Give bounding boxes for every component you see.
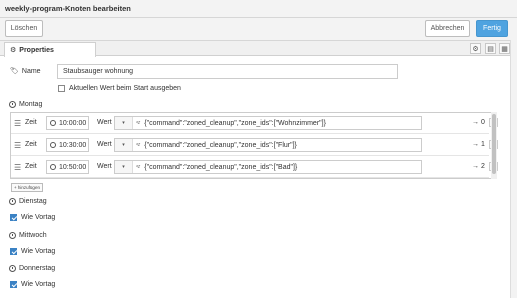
tuesday-heading: Dienstag	[9, 198, 47, 205]
time-input[interactable]: 10:30:00	[46, 138, 89, 152]
value-label: Wert	[97, 141, 112, 148]
schedule-row: ☰ Zeit 10:00:00 Wert ▾ ᵃz {"command":"zone…	[11, 113, 498, 134]
type-dropdown-icon[interactable]: ▾	[115, 161, 133, 173]
name-input[interactable]: Staubsauger wohnung	[57, 64, 398, 79]
tab-properties-label: Properties	[19, 46, 54, 54]
time-value: 10:30:00	[59, 141, 87, 149]
tab-bar: ⚙ Properties ⚙ ▤ ▦	[0, 41, 510, 57]
output-start-checkbox[interactable]	[58, 85, 65, 92]
wednesday-same-label: Wie Vortag	[21, 248, 56, 255]
title-bar: weekly-program-Knoten bearbeiten	[0, 0, 517, 18]
thursday-same-row: Wie Vortag	[10, 281, 55, 288]
window-title: weekly-program-Knoten bearbeiten	[5, 4, 131, 13]
clock-icon	[50, 142, 56, 148]
time-input[interactable]: 10:00:00	[46, 116, 89, 130]
monday-schedule-list: ☰ Zeit 10:00:00 Wert ▾ ᵃz {"command":"zone…	[10, 112, 498, 179]
time-label: Zeit	[25, 141, 37, 148]
drag-handle-icon[interactable]: ☰	[14, 119, 21, 128]
string-type-icon: ᵃz	[136, 164, 141, 170]
type-dropdown-icon[interactable]: ▾	[115, 139, 133, 151]
tab-properties[interactable]: ⚙ Properties	[4, 42, 96, 57]
output-label: → 2	[472, 163, 485, 170]
clock-icon	[9, 265, 16, 272]
clock-icon	[50, 120, 56, 126]
tuesday-same-checkbox[interactable]	[10, 214, 17, 221]
name-label: Name	[21, 67, 41, 75]
monday-label: Montag	[19, 101, 43, 108]
string-type-icon: ᵃz	[136, 142, 141, 148]
wednesday-heading: Mittwoch	[9, 232, 47, 239]
value-input[interactable]: ▾ ᵃz {"command":"zoned_cleanup","zone_ids"…	[114, 116, 422, 130]
wednesday-label: Mittwoch	[19, 232, 47, 239]
schedule-row: ☰ Zeit 10:30:00 Wert ▾ ᵃz {"command":"zone…	[11, 135, 498, 156]
appearance-icon[interactable]: ▦	[499, 43, 510, 54]
settings-icon[interactable]: ⚙	[470, 43, 481, 54]
thursday-heading: Donnerstag	[9, 265, 55, 272]
add-button[interactable]: + hinzufügen	[11, 183, 43, 192]
wednesday-same-checkbox[interactable]	[10, 248, 17, 255]
value-input[interactable]: ▾ ᵃz {"command":"zoned_cleanup","zone_ids"…	[114, 138, 422, 152]
clock-icon	[50, 164, 56, 170]
value-input[interactable]: ▾ ᵃz {"command":"zoned_cleanup","zone_ids"…	[114, 160, 422, 174]
clock-icon	[9, 198, 16, 205]
time-value: 10:00:00	[59, 119, 87, 127]
time-value: 10:50:00	[59, 163, 87, 171]
tuesday-same-label: Wie Vortag	[21, 214, 56, 221]
name-label-row: 🏷 Name	[10, 67, 41, 76]
value-text: {"command":"zoned_cleanup","zone_ids":["…	[144, 141, 297, 149]
output-label: → 0	[472, 119, 485, 126]
time-label: Zeit	[25, 163, 37, 170]
tuesday-same-row: Wie Vortag	[10, 214, 55, 221]
value-text: {"command":"zoned_cleanup","zone_ids":["…	[144, 119, 326, 127]
tag-icon: 🏷	[10, 68, 19, 75]
time-input[interactable]: 10:50:00	[46, 160, 89, 174]
value-label: Wert	[97, 119, 112, 126]
delete-button[interactable]: Löschen	[5, 20, 43, 37]
time-label: Zeit	[25, 119, 37, 126]
done-button[interactable]: Fertig	[476, 20, 508, 37]
monday-heading: Montag	[9, 101, 42, 108]
drag-handle-icon[interactable]: ☰	[14, 163, 21, 172]
panel-edge	[510, 40, 517, 298]
output-label: → 1	[472, 141, 485, 148]
description-icon[interactable]: ▤	[485, 43, 496, 54]
output-start-label: Aktuellen Wert beim Start ausgeben	[69, 85, 181, 92]
value-text: {"command":"zoned_cleanup","zone_ids":["…	[144, 163, 298, 171]
thursday-same-label: Wie Vortag	[21, 281, 56, 288]
type-dropdown-icon[interactable]: ▾	[115, 117, 133, 129]
tuesday-label: Dienstag	[19, 198, 47, 205]
output-start-row: Aktuellen Wert beim Start ausgeben	[58, 85, 181, 92]
schedule-row: ☰ Zeit 10:50:00 Wert ▾ ᵃz {"command":"zone…	[11, 157, 498, 178]
thursday-label: Donnerstag	[19, 265, 56, 272]
list-scrollbar[interactable]	[491, 112, 497, 179]
drag-handle-icon[interactable]: ☰	[14, 141, 21, 150]
value-label: Wert	[97, 163, 112, 170]
scrollbar-thumb[interactable]	[492, 114, 496, 174]
cancel-button[interactable]: Abbrechen	[425, 20, 470, 37]
clock-icon	[9, 101, 16, 108]
gear-icon: ⚙	[10, 47, 17, 54]
string-type-icon: ᵃz	[136, 120, 141, 126]
thursday-same-checkbox[interactable]	[10, 281, 17, 288]
wednesday-same-row: Wie Vortag	[10, 248, 55, 255]
action-bar: Löschen Abbrechen Fertig	[0, 18, 517, 40]
clock-icon	[9, 232, 16, 239]
